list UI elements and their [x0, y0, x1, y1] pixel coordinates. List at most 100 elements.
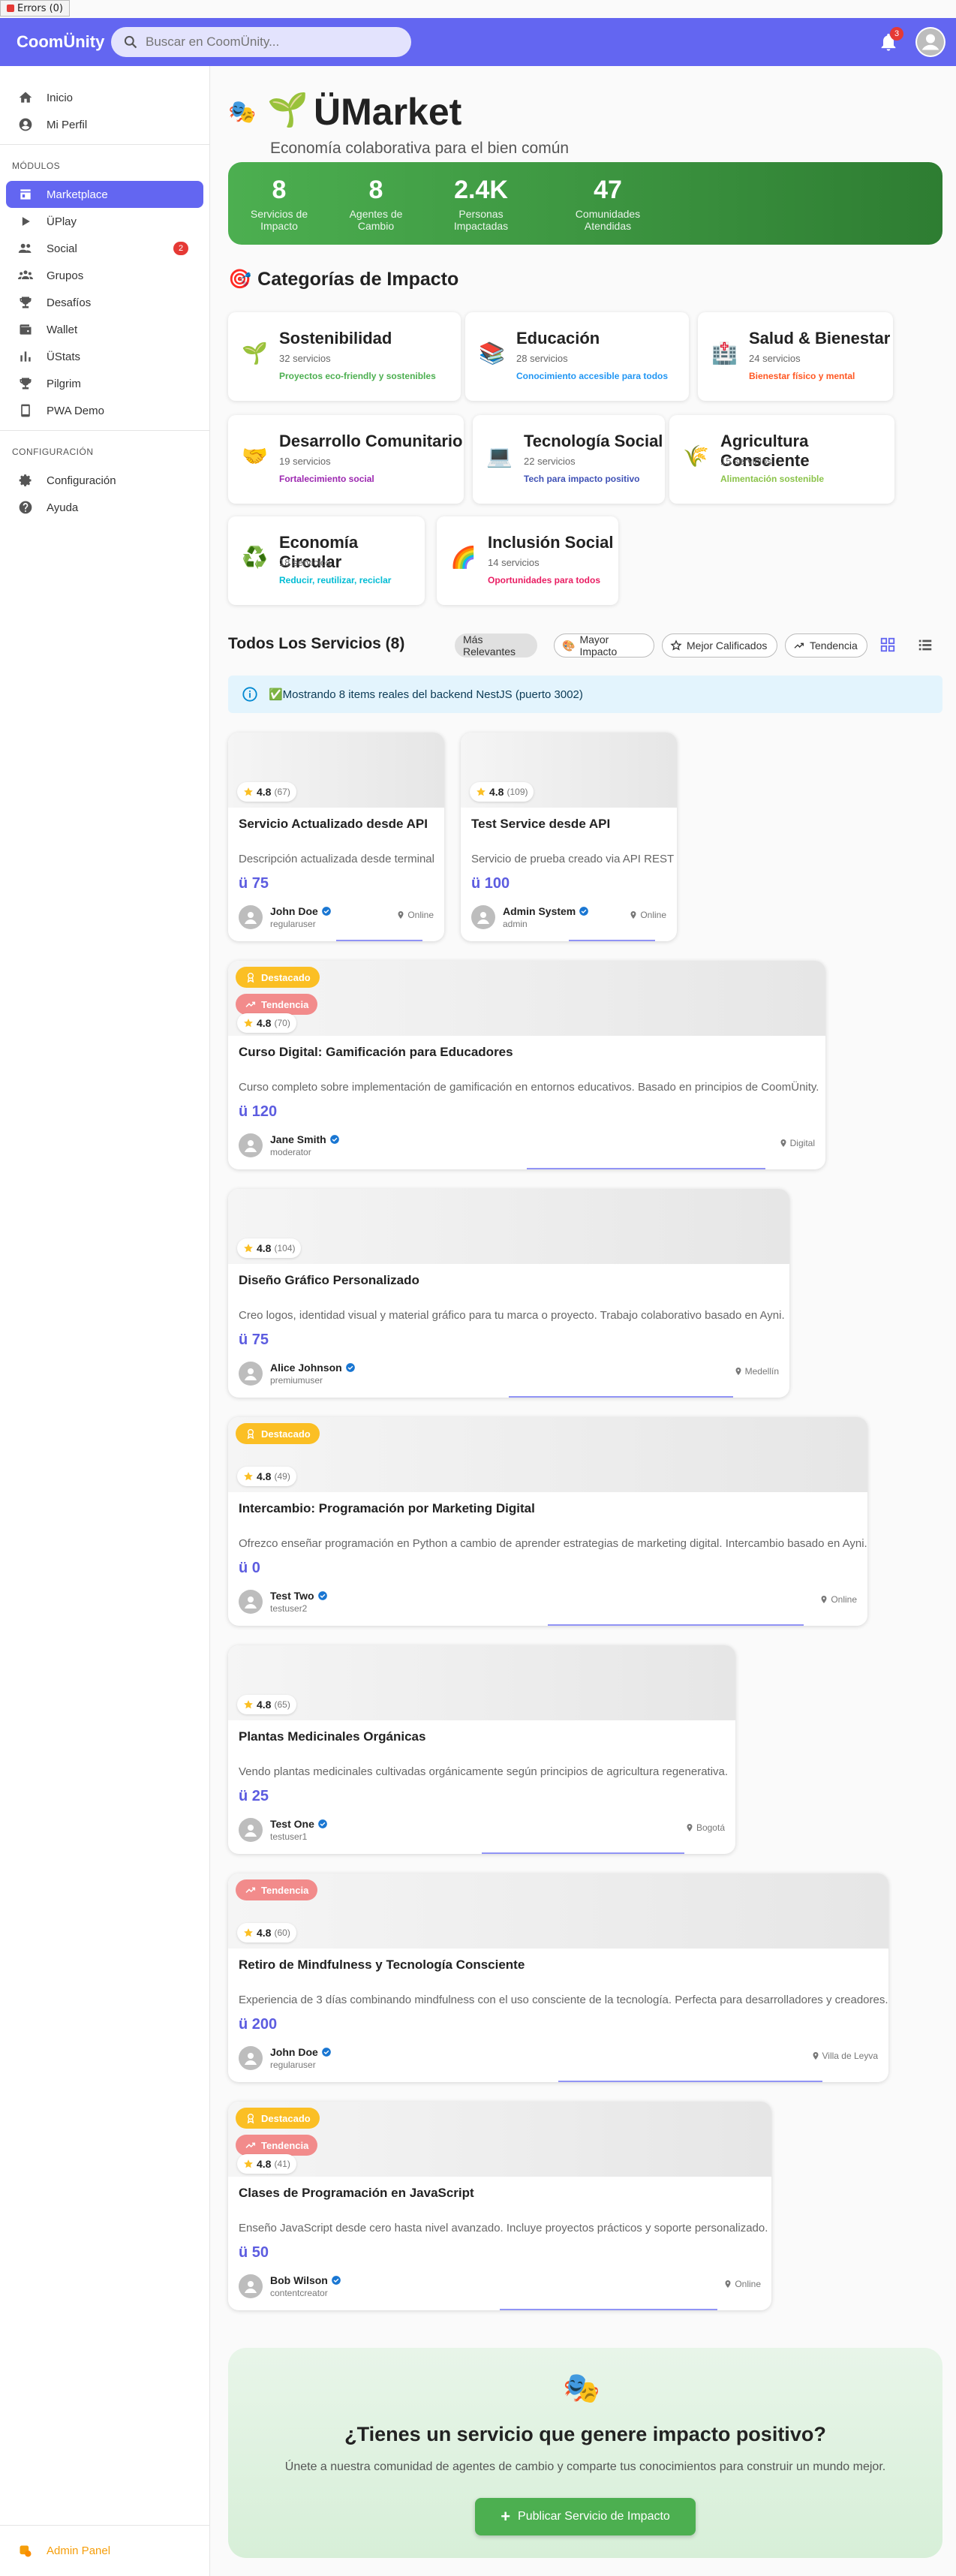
app-logo[interactable]: CoomÜnity — [17, 32, 111, 52]
filter-chip-4[interactable]: Tendencia — [785, 633, 867, 658]
verified-icon — [317, 1591, 327, 1600]
filter-chip-2[interactable]: 🎨 Mayor Impacto — [554, 633, 654, 658]
service-description: Vendo plantas medicinales cultivadas org… — [239, 1765, 729, 1778]
sidebar-item-mi-perfil[interactable]: Mi Perfil — [0, 111, 209, 138]
service-card[interactable]: 4.8 (65) Plantas Medicinales Orgánicas Vend… — [228, 1645, 735, 1854]
category-title: Salud & Bienestar — [749, 329, 891, 348]
category-card-inclusi-n-social[interactable]: 🌈 Inclusión Social 14 servicios Oportunidad… — [437, 516, 618, 605]
trophy-icon — [20, 378, 32, 390]
sidebar-item-label: Social — [47, 242, 77, 255]
service-progress-bar — [527, 1168, 765, 1169]
category-card-agricultura-consciente[interactable]: 🌾 Agricultura Consciente 15 servicios Alime… — [669, 415, 894, 504]
service-owner[interactable]: Test Two testuser2 — [239, 1590, 328, 1614]
service-card[interactable]: 4.8 (109) Test Service desde API Servicio d… — [461, 733, 677, 941]
service-description: Descripción actualizada desde terminal — [239, 853, 434, 865]
sidebar-item-grupos[interactable]: Grupos — [0, 262, 209, 289]
star-icon — [244, 1472, 253, 1481]
sidebar-item-configuraci-n[interactable]: Configuración — [0, 467, 209, 494]
star-icon — [244, 1019, 253, 1028]
service-price: ü 75 — [239, 875, 269, 892]
sidebar-item--stats[interactable]: ÜStats — [0, 343, 209, 370]
categories-heading: 🎯 Categorías de Impacto — [228, 269, 458, 290]
grid-view-button[interactable] — [879, 636, 896, 657]
errors-indicator[interactable]: Errors (0) — [0, 0, 71, 17]
notifications-button[interactable]: 3 — [878, 27, 903, 53]
search-icon — [124, 35, 137, 49]
owner-name: Test Two — [270, 1590, 314, 1602]
sidebar-item-label: ÜStats — [47, 350, 81, 363]
rating-value: 4.8 — [257, 1017, 272, 1029]
modules-section-title: MÓDULOS — [12, 161, 61, 171]
trending-label: Tendencia — [261, 998, 309, 1010]
sidebar-item--play[interactable]: ÜPlay — [0, 208, 209, 235]
owner-role: regularuser — [270, 919, 316, 929]
person-icon — [245, 912, 257, 924]
category-count: 32 servicios — [279, 353, 331, 364]
featured-label: Destacado — [261, 2112, 311, 2124]
sidebar-item-wallet[interactable]: Wallet — [0, 316, 209, 343]
category-tag: Conocimiento accesible para todos — [516, 371, 669, 381]
owner-role: admin — [503, 919, 528, 929]
service-card[interactable]: Destacado 4.8 (49) Intercambio: Programació… — [228, 1417, 867, 1626]
sidebar-item-social[interactable]: Social 2 — [0, 235, 209, 262]
service-title: Clases de Programación en JavaScript — [239, 2186, 474, 2200]
search-input[interactable] — [146, 35, 393, 50]
service-card[interactable]: Tendencia 4.8 (60) Retiro de Mindfulness y … — [228, 1873, 888, 2082]
service-owner[interactable]: Bob Wilson contentcreator — [239, 2274, 341, 2298]
category-card-educaci-n[interactable]: 📚 Educación 28 servicios Conocimiento acces… — [465, 312, 689, 401]
category-card-sostenibilidad[interactable]: 🌱 Sostenibilidad 32 servicios Proyectos eco… — [228, 312, 461, 401]
user-avatar[interactable] — [915, 27, 945, 57]
rating-pill: 4.8 (109) — [470, 782, 534, 802]
service-owner[interactable]: Admin System admin — [471, 905, 589, 929]
search-box[interactable] — [111, 27, 411, 57]
category-title: Educación — [516, 329, 600, 348]
category-card-econom-a-circular[interactable]: ♻️ Economía Circular 18 servicios Reducir, … — [228, 516, 425, 605]
admin-panel-link[interactable]: Admin Panel — [0, 2525, 210, 2576]
service-card[interactable]: 4.8 (67) Servicio Actualizado desde API Des… — [228, 733, 444, 941]
category-card-desarrollo-comunitario[interactable]: 🤝 Desarrollo Comunitario 19 servicios Forta… — [228, 415, 464, 504]
service-price: ü 50 — [239, 2244, 269, 2261]
sidebar-item-desaf-os[interactable]: Desafíos — [0, 289, 209, 316]
category-icon: 💻 — [486, 444, 513, 468]
service-owner[interactable]: Test One testuser1 — [239, 1818, 328, 1842]
stat-4: 47 Comunidades Atendidas — [555, 176, 660, 232]
category-count: 28 servicios — [516, 353, 568, 364]
rating-value: 4.8 — [257, 1242, 272, 1254]
list-view-button[interactable] — [917, 636, 933, 657]
filter-chip-label: Mayor Impacto — [579, 633, 618, 658]
owner-role: contentcreator — [270, 2288, 328, 2298]
location-label: Villa de Leyva — [822, 2051, 879, 2061]
review-count: (109) — [507, 787, 528, 797]
error-icon — [7, 5, 14, 12]
category-card-tecnolog-a-social[interactable]: 💻 Tecnología Social 22 servicios Tech para … — [473, 415, 665, 504]
service-owner[interactable]: Jane Smith moderator — [239, 1133, 340, 1157]
service-owner[interactable]: Alice Johnson premiumuser — [239, 1362, 356, 1386]
category-icon: 🤝 — [242, 444, 268, 468]
publish-service-button[interactable]: + Publicar Servicio de Impacto — [475, 2498, 696, 2535]
avatar — [471, 905, 495, 929]
errors-label: Errors (0) — [17, 2, 64, 14]
star-outline-icon — [670, 639, 682, 651]
cta-title: ¿Tienes un servicio que genere impacto p… — [344, 2423, 826, 2445]
service-title: Test Service desde API — [471, 817, 611, 831]
service-card[interactable]: Destacado Tendencia 4.8 (41) Clases de Progr… — [228, 2102, 771, 2310]
service-owner[interactable]: John Doe regularuser — [239, 905, 332, 929]
featured-badge: Destacado — [236, 967, 320, 988]
service-description: Creo logos, identidad visual y material … — [239, 1309, 785, 1322]
service-card[interactable]: Destacado Tendencia 4.8 (70) Curso Digital: … — [228, 961, 825, 1169]
filter-chip-3[interactable]: Mejor Calificados — [662, 633, 777, 658]
sidebar-item-label: Pilgrim — [47, 377, 81, 390]
services-header: Todos Los Servicios (8) Más Relevantes 🎨 M… — [228, 630, 942, 661]
service-owner[interactable]: John Doe regularuser — [239, 2046, 332, 2070]
sidebar-item-ayuda[interactable]: Ayuda — [0, 494, 209, 521]
location-label: Online — [640, 910, 666, 920]
service-card[interactable]: 4.8 (104) Diseño Gráfico Personalizado Creo… — [228, 1189, 789, 1398]
sidebar-item-inicio[interactable]: Inicio — [0, 84, 209, 111]
sidebar-item-marketplace[interactable]: Marketplace — [6, 181, 203, 208]
category-icon: 🌾 — [683, 444, 709, 468]
category-card-salud-bienestar[interactable]: 🏥 Salud & Bienestar 24 servicios Bienestar … — [698, 312, 893, 401]
rating-value: 4.8 — [257, 1470, 272, 1482]
filter-chip-1[interactable]: Más Relevantes — [455, 633, 537, 658]
sidebar-item-pwa-demo[interactable]: PWA Demo — [0, 397, 209, 424]
sidebar-item-pilgrim[interactable]: Pilgrim — [0, 370, 209, 397]
